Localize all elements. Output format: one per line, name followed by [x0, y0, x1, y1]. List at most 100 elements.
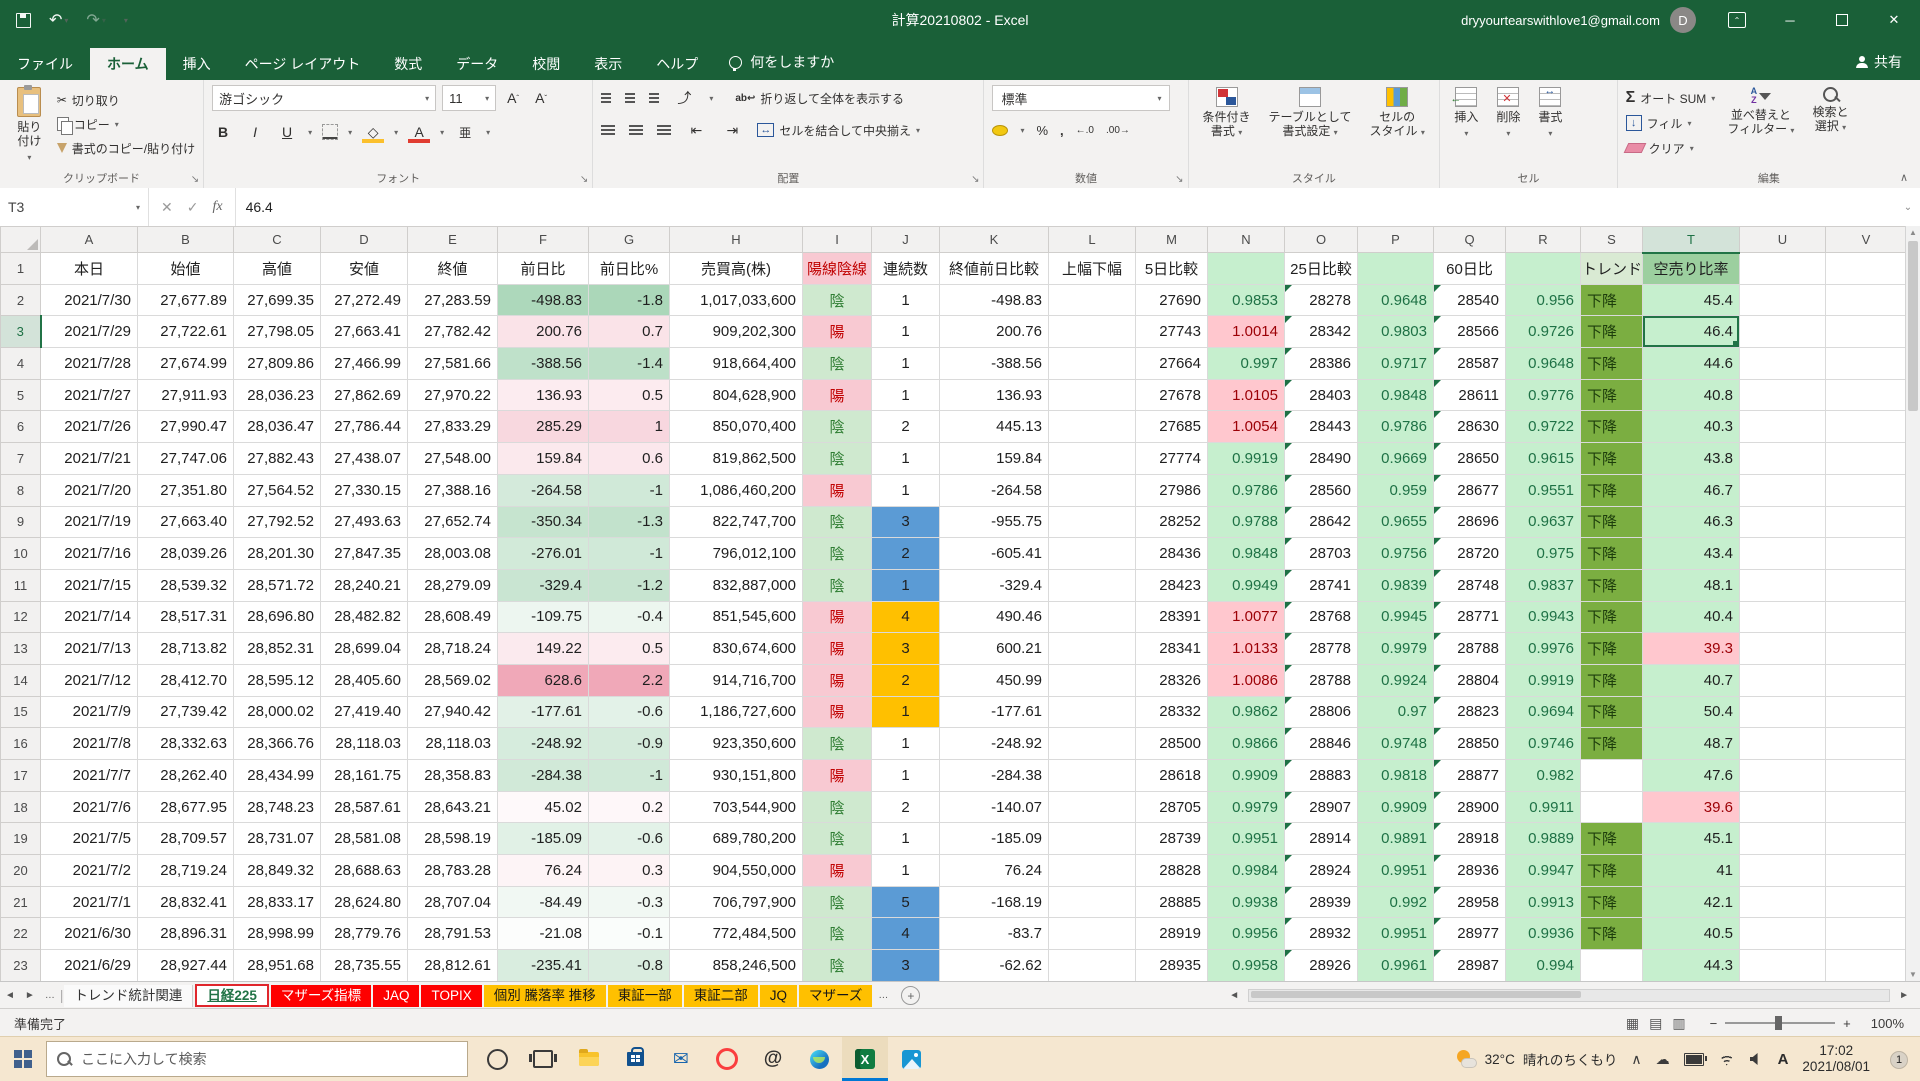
cell-V11[interactable] [1826, 569, 1907, 601]
row-header-19[interactable]: 19 [1, 823, 41, 855]
cell-T12[interactable]: 40.4 [1643, 601, 1740, 633]
cell-U3[interactable] [1740, 316, 1826, 348]
cell-F14[interactable]: 628.6 [498, 664, 589, 696]
row-header-2[interactable]: 2 [1, 284, 41, 316]
taskbar-app-opera-icon[interactable] [704, 1037, 750, 1081]
cell-R2[interactable]: 0.956 [1506, 284, 1581, 316]
font-size-select[interactable]: 11▾ [442, 85, 496, 111]
cell-H7[interactable]: 819,862,500 [670, 443, 803, 475]
battery-icon[interactable] [1684, 1053, 1704, 1066]
row-header-21[interactable]: 21 [1, 886, 41, 918]
cell-H3[interactable]: 909,202,300 [670, 316, 803, 348]
cell-C14[interactable]: 28,595.12 [234, 664, 321, 696]
cell-M11[interactable]: 28423 [1136, 569, 1208, 601]
row-header-12[interactable]: 12 [1, 601, 41, 633]
cell-M13[interactable]: 28341 [1136, 633, 1208, 665]
cell-K11[interactable]: -329.4 [940, 569, 1049, 601]
cell-I6[interactable]: 陰 [803, 411, 872, 443]
cell-F9[interactable]: -350.34 [498, 506, 589, 538]
cell-V3[interactable] [1826, 316, 1907, 348]
cell-D23[interactable]: 28,735.55 [321, 950, 408, 982]
cell-N8[interactable]: 0.9786 [1208, 474, 1285, 506]
cell-U22[interactable] [1740, 918, 1826, 950]
cell-E9[interactable]: 27,652.74 [408, 506, 498, 538]
ribbon-tab-4[interactable]: 数式 [377, 48, 439, 80]
cell-T7[interactable]: 43.8 [1643, 443, 1740, 475]
cell-G18[interactable]: 0.2 [589, 791, 670, 823]
cell-R10[interactable]: 0.975 [1506, 538, 1581, 570]
cell-P23[interactable]: 0.9961 [1358, 950, 1434, 982]
cell-S4[interactable]: 下降 [1581, 348, 1643, 380]
undo-icon[interactable]: ↶▾ [49, 10, 68, 30]
cell-C21[interactable]: 28,833.17 [234, 886, 321, 918]
copy-button[interactable]: コピー ▾ [57, 113, 195, 135]
cell-J15[interactable]: 1 [872, 696, 940, 728]
cell-L2[interactable] [1049, 284, 1136, 316]
taskbar-app-edge-icon[interactable] [796, 1037, 842, 1081]
column-letter-D[interactable]: D [321, 227, 408, 253]
cell-D22[interactable]: 28,779.76 [321, 918, 408, 950]
cell-K8[interactable]: -264.58 [940, 474, 1049, 506]
cell-T14[interactable]: 40.7 [1643, 664, 1740, 696]
cell-Q7[interactable]: 28650 [1434, 443, 1506, 475]
cell-O13[interactable]: 28778 [1285, 633, 1358, 665]
cell-J2[interactable]: 1 [872, 284, 940, 316]
cell-P17[interactable]: 0.9818 [1358, 760, 1434, 792]
cell-U12[interactable] [1740, 601, 1826, 633]
cell-B7[interactable]: 27,747.06 [138, 443, 234, 475]
wrap-text-button[interactable]: ab↩ 折り返して全体を表示する [735, 87, 904, 109]
cell-V22[interactable] [1826, 918, 1907, 950]
cell-Q23[interactable]: 28987 [1434, 950, 1506, 982]
cell-D9[interactable]: 27,493.63 [321, 506, 408, 538]
cell-N12[interactable]: 1.0077 [1208, 601, 1285, 633]
orientation-icon[interactable]: ⤴ [673, 87, 695, 109]
underline-button[interactable]: U [276, 121, 298, 143]
header-cell-T1[interactable]: 空売り比率 [1643, 253, 1740, 285]
cut-button[interactable]: ✂ 切り取り [57, 89, 195, 111]
cell-U23[interactable] [1740, 950, 1826, 982]
hscroll-left-icon[interactable]: ◄ [1224, 990, 1244, 1001]
cell-M22[interactable]: 28919 [1136, 918, 1208, 950]
cell-E6[interactable]: 27,833.29 [408, 411, 498, 443]
cell-K14[interactable]: 450.99 [940, 664, 1049, 696]
header-cell-A1[interactable]: 本日 [41, 253, 138, 285]
cell-T3[interactable]: 46.4 [1643, 316, 1740, 348]
cell-G3[interactable]: 0.7 [589, 316, 670, 348]
cell-N23[interactable]: 0.9958 [1208, 950, 1285, 982]
hscroll-right-icon[interactable]: ► [1894, 990, 1914, 1001]
cell-Q16[interactable]: 28850 [1434, 728, 1506, 760]
cell-S17[interactable] [1581, 760, 1643, 792]
cell-M7[interactable]: 27774 [1136, 443, 1208, 475]
cell-O15[interactable]: 28806 [1285, 696, 1358, 728]
cell-U20[interactable] [1740, 855, 1826, 887]
cell-N19[interactable]: 0.9951 [1208, 823, 1285, 855]
cell-O3[interactable]: 28342 [1285, 316, 1358, 348]
customize-quick-access-icon[interactable]: ▾ [124, 16, 128, 25]
bold-button[interactable]: B [212, 121, 234, 143]
cell-I17[interactable]: 陽 [803, 760, 872, 792]
cell-Q9[interactable]: 28696 [1434, 506, 1506, 538]
cell-Q20[interactable]: 28936 [1434, 855, 1506, 887]
cell-V19[interactable] [1826, 823, 1907, 855]
cell-S5[interactable]: 下降 [1581, 379, 1643, 411]
sheet-nav-more-icon[interactable]: … [40, 990, 60, 1001]
redo-icon[interactable]: ↷▾ [86, 10, 105, 30]
cell-G2[interactable]: -1.8 [589, 284, 670, 316]
cell-J3[interactable]: 1 [872, 316, 940, 348]
cell-D14[interactable]: 28,405.60 [321, 664, 408, 696]
cell-G11[interactable]: -1.2 [589, 569, 670, 601]
cell-U10[interactable] [1740, 538, 1826, 570]
cell-H19[interactable]: 689,780,200 [670, 823, 803, 855]
cell-E10[interactable]: 28,003.08 [408, 538, 498, 570]
cell-Q14[interactable]: 28804 [1434, 664, 1506, 696]
cell-D7[interactable]: 27,438.07 [321, 443, 408, 475]
cell-S13[interactable]: 下降 [1581, 633, 1643, 665]
ribbon-tab-6[interactable]: 校閲 [515, 48, 577, 80]
cell-T23[interactable]: 44.3 [1643, 950, 1740, 982]
cell-K15[interactable]: -177.61 [940, 696, 1049, 728]
cell-B20[interactable]: 28,719.24 [138, 855, 234, 887]
cell-L21[interactable] [1049, 886, 1136, 918]
cell-I3[interactable]: 陽 [803, 316, 872, 348]
share-button[interactable]: 共有 [1838, 44, 1920, 80]
cell-D17[interactable]: 28,161.75 [321, 760, 408, 792]
